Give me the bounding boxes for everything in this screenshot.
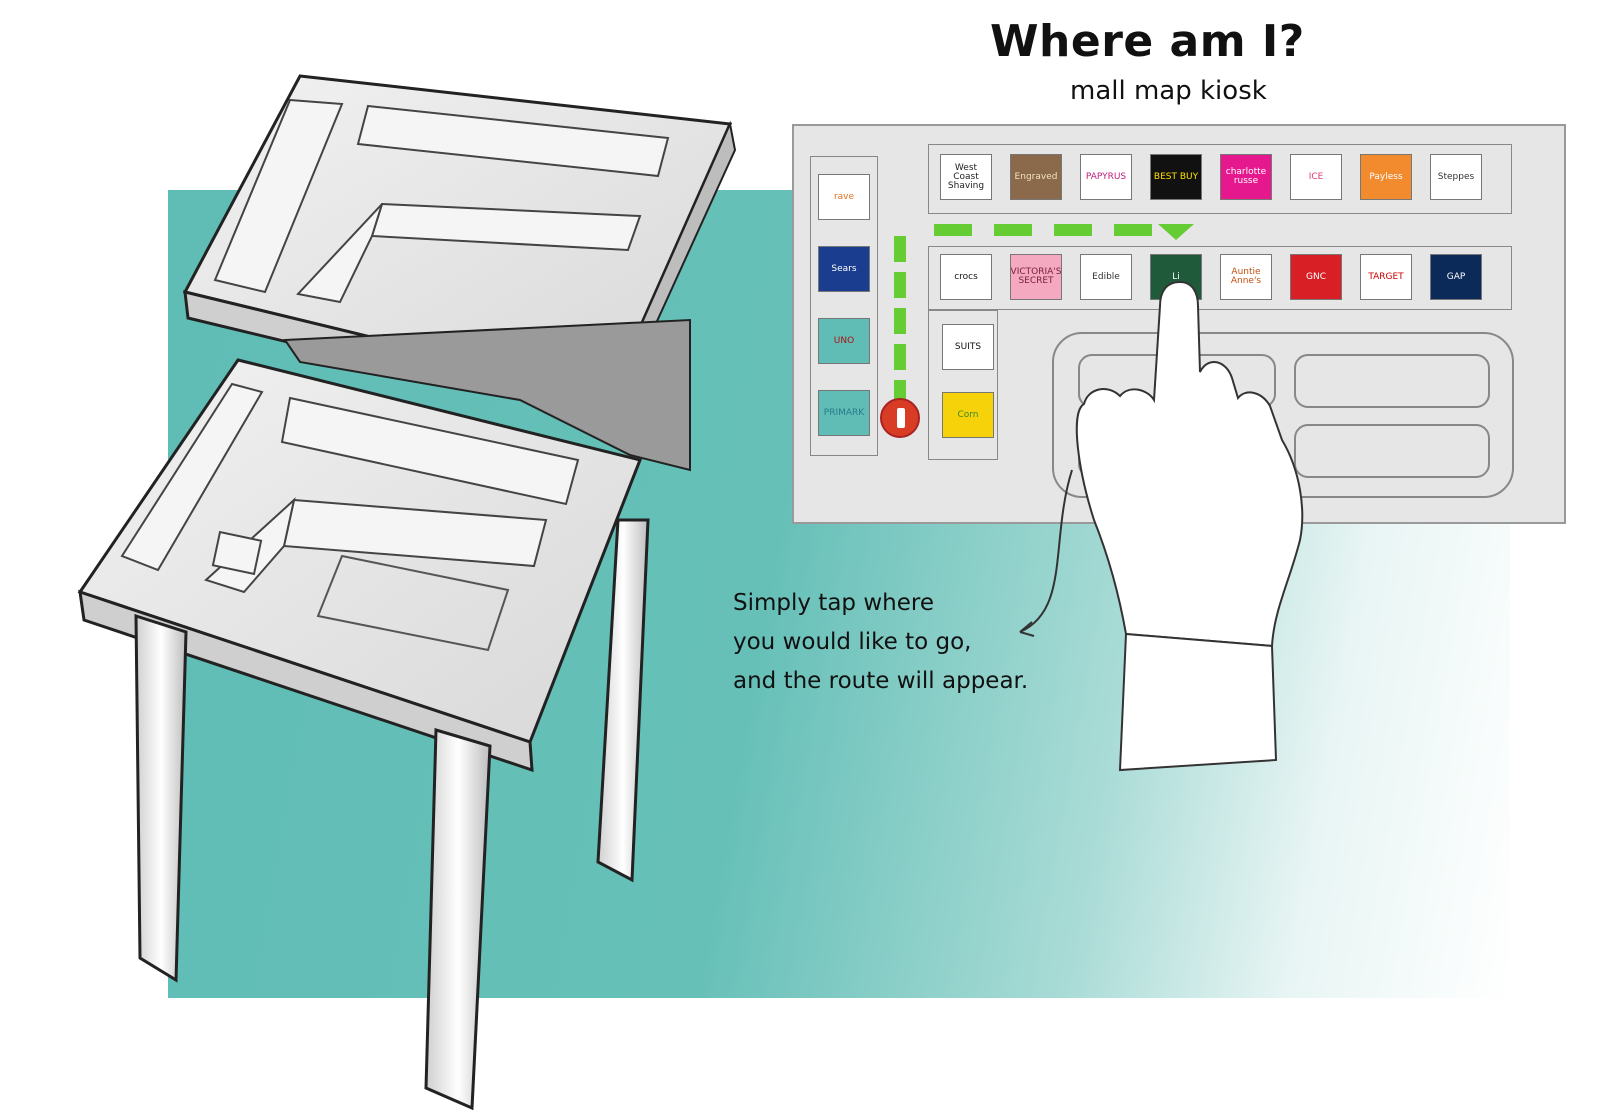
you-are-here-marker — [880, 398, 920, 438]
store-tile[interactable]: Sears — [818, 246, 870, 292]
store-tile[interactable]: SUITS — [942, 324, 994, 370]
store-tile[interactable]: PRIMARK — [818, 390, 870, 436]
front-right-leg — [424, 728, 492, 1111]
route-dash — [894, 308, 906, 334]
instruction-caption: Simply tap where you would like to go, a… — [733, 584, 1113, 701]
blank-store-slot[interactable] — [1078, 354, 1276, 408]
store-tile[interactable]: Steppes — [1430, 154, 1482, 200]
store-tile[interactable]: Payless — [1360, 154, 1412, 200]
store-tile[interactable]: PAPYRUS — [1080, 154, 1132, 200]
route-dash — [894, 236, 906, 262]
store-tile[interactable]: West Coast Shaving — [940, 154, 992, 200]
blank-store-slot[interactable] — [1294, 354, 1490, 408]
store-tile[interactable]: UNO — [818, 318, 870, 364]
store-tile[interactable]: Corn — [942, 392, 994, 438]
back-leg — [596, 518, 650, 883]
mall-map-screen: West Coast Shaving Engraved PAPYRUS BEST BU… — [792, 124, 1566, 524]
blank-store-slot[interactable] — [1294, 424, 1490, 478]
caption-line: Simply tap where — [733, 590, 934, 616]
store-tile[interactable]: Li — [1150, 254, 1202, 300]
route-arrowhead — [1158, 224, 1194, 240]
route-dash — [1054, 224, 1092, 236]
store-tile[interactable]: crocs — [940, 254, 992, 300]
page-subtitle: mall map kiosk — [1070, 76, 1267, 106]
store-tile[interactable]: Auntie Anne's — [1220, 254, 1272, 300]
route-dash — [994, 224, 1032, 236]
store-tile[interactable]: Engraved — [1010, 154, 1062, 200]
store-tile[interactable]: rave — [818, 174, 870, 220]
store-tile[interactable]: ICE — [1290, 154, 1342, 200]
store-tile[interactable]: GNC — [1290, 254, 1342, 300]
front-left-leg — [134, 613, 188, 983]
store-tile[interactable]: GAP — [1430, 254, 1482, 300]
caption-line: and the route will appear. — [733, 668, 1029, 694]
page-title: Where am I? — [990, 16, 1305, 67]
store-tile[interactable]: TARGET — [1360, 254, 1412, 300]
store-tile[interactable]: Edible — [1080, 254, 1132, 300]
store-tile[interactable]: VICTORIA'S SECRET — [1010, 254, 1062, 300]
route-dash — [934, 224, 972, 236]
blank-store-slot[interactable] — [1078, 424, 1276, 478]
caption-line: you would like to go, — [733, 629, 972, 655]
store-tile[interactable]: BEST BUY — [1150, 154, 1202, 200]
route-dash — [894, 344, 906, 370]
store-tile[interactable]: charlotte russe — [1220, 154, 1272, 200]
route-dash — [1114, 224, 1152, 236]
route-dash — [894, 272, 906, 298]
